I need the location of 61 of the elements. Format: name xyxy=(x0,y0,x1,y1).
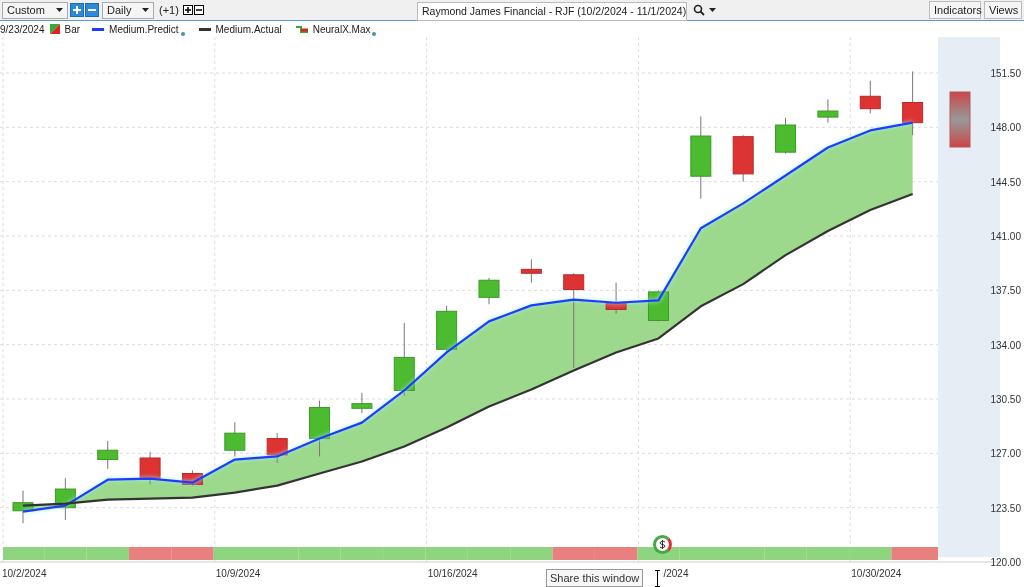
candlestick xyxy=(605,282,627,315)
caret-icon[interactable] xyxy=(709,8,716,12)
candlestick xyxy=(732,134,754,183)
legend-label: Medium.Actual xyxy=(215,22,282,37)
legend-label: Bar xyxy=(64,22,81,37)
chart-title-field[interactable]: Raymond James Financial - RJF (10/2/2024 - 11/1/2024) xyxy=(417,2,687,21)
neural-legend-icon xyxy=(295,25,308,33)
y-axis-label: 151.50 xyxy=(990,68,1021,79)
zoom-in-button[interactable] xyxy=(70,3,84,17)
views-button[interactable]: Views xyxy=(984,1,1022,19)
tooltip: Share this window xyxy=(546,569,644,587)
candlestick xyxy=(54,477,76,521)
zoom-out-button[interactable] xyxy=(85,3,99,17)
y-axis-label: 134.00 xyxy=(990,339,1021,351)
x-axis-label: 10/2/2024 xyxy=(2,568,47,579)
bar-legend-icon xyxy=(49,24,60,34)
candlestick xyxy=(351,392,373,414)
candlestick xyxy=(775,117,797,155)
candlestick xyxy=(309,400,331,457)
y-axis-label: 127.00 xyxy=(990,448,1021,460)
search-icon[interactable] xyxy=(693,4,705,16)
candlestick xyxy=(97,440,119,470)
x-axis-label: /2024 xyxy=(663,568,689,579)
x-axis-label: 10/9/2024 xyxy=(215,568,261,579)
candlestick xyxy=(902,70,924,136)
y-axis-label: 144.50 xyxy=(990,176,1021,188)
candlestick xyxy=(520,258,542,284)
y-axis-label: 130.50 xyxy=(990,394,1021,405)
x-axis-label: 10/16/2024 xyxy=(427,568,478,579)
indicators-button[interactable]: Indicators xyxy=(929,1,981,19)
legend-label: NeuralX.Max xyxy=(312,22,371,37)
candlestick xyxy=(224,421,246,457)
candlestick xyxy=(817,98,839,124)
candlestick xyxy=(859,80,881,114)
y-axis-label: 120.00 xyxy=(990,557,1021,568)
caret-icon xyxy=(56,8,63,12)
candlestick xyxy=(647,289,669,322)
x-axis-label: 10/30/2024 xyxy=(851,568,902,579)
candlestick xyxy=(12,490,34,524)
period-dropdown[interactable]: Custom xyxy=(2,1,68,19)
text-cursor-icon xyxy=(655,570,660,587)
candlestick xyxy=(266,432,288,464)
y-axis-label: 141.00 xyxy=(990,231,1021,242)
candlestick xyxy=(139,451,161,485)
minus-icon xyxy=(194,6,203,14)
candlestick xyxy=(181,469,203,487)
plus-icon xyxy=(183,6,192,14)
legend-date: 9/23/2024 xyxy=(0,22,45,37)
forecast-bar xyxy=(949,91,971,148)
legend-label: Medium.Predict xyxy=(109,22,179,37)
plus-icon xyxy=(72,5,82,15)
candlestick xyxy=(478,277,500,305)
y-axis-label: 123.50 xyxy=(990,502,1021,514)
offset-label: (+1) xyxy=(159,2,179,18)
plus-button[interactable] xyxy=(182,5,193,15)
minus-button[interactable] xyxy=(193,5,204,15)
y-axis-label: 148.00 xyxy=(990,122,1021,134)
candlestick xyxy=(436,305,458,353)
interval-dropdown[interactable]: Daily xyxy=(102,1,154,19)
caret-icon xyxy=(142,8,149,12)
y-axis-label: 137.50 xyxy=(990,285,1021,297)
